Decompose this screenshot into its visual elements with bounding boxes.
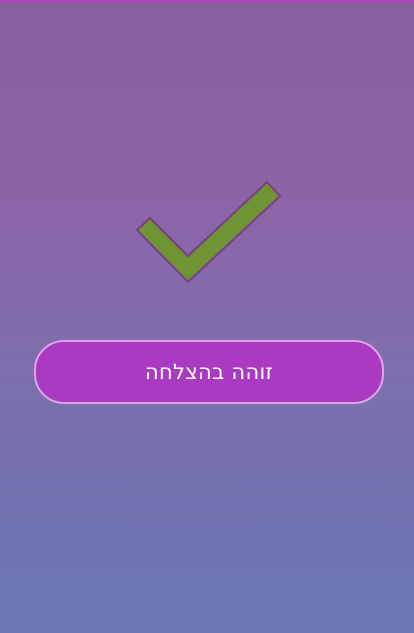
top-accent-bar bbox=[0, 0, 414, 2]
checkmark-icon bbox=[135, 180, 282, 284]
starfield-background bbox=[0, 0, 414, 633]
success-status-button[interactable]: זוהה בהצלחה bbox=[34, 340, 384, 404]
success-message: זוהה בהצלחה bbox=[144, 360, 274, 384]
